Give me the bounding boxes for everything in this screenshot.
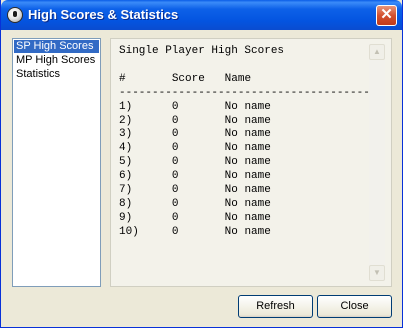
- table-row: 8) 0 No name: [119, 198, 367, 212]
- scores-heading: Single Player High Scores: [119, 45, 285, 57]
- scroll-down-button[interactable]: ▼: [369, 265, 385, 281]
- row-score: 0: [171, 142, 179, 155]
- table-row: 10) 0 No name: [119, 226, 367, 240]
- title-bar[interactable]: High Scores & Statistics ✕: [1, 0, 402, 30]
- sidebar-item-sp-high-scores[interactable]: SP High Scores: [14, 40, 99, 53]
- header-separator: ----------------------------------------: [119, 86, 384, 99]
- table-row: 1) 0 No name: [119, 101, 367, 115]
- table-row: 5) 0 No name: [119, 156, 367, 170]
- row-rank: 1): [119, 100, 133, 113]
- row-rank: 8): [119, 197, 133, 210]
- row-name: No name: [224, 128, 271, 141]
- row-name: No name: [224, 211, 271, 224]
- row-name: No name: [224, 184, 271, 197]
- vertical-scrollbar[interactable]: ▲ ▼: [369, 44, 385, 281]
- close-icon: ✕: [380, 6, 393, 23]
- row-score: 0: [171, 170, 179, 183]
- row-score: 0: [171, 184, 179, 197]
- table-row: 9) 0 No name: [119, 212, 367, 226]
- column-header-name: Name: [224, 72, 252, 85]
- scores-header-row: # Score Name: [119, 73, 367, 87]
- window-title: High Scores & Statistics: [28, 7, 179, 22]
- arrow-up-icon: ▲: [373, 47, 381, 56]
- row-rank: 7): [119, 184, 133, 197]
- close-button[interactable]: Close: [317, 295, 392, 318]
- row-name: No name: [224, 100, 271, 113]
- row-score: 0: [171, 128, 179, 141]
- row-score: 0: [171, 197, 179, 210]
- row-name: No name: [224, 114, 271, 127]
- row-name: No name: [224, 197, 271, 210]
- row-score: 0: [171, 156, 179, 169]
- sidebar-item-mp-high-scores[interactable]: MP High Scores: [14, 54, 99, 67]
- row-rank: 3): [119, 128, 133, 141]
- close-window-button[interactable]: ✕: [376, 5, 397, 26]
- scores-rows: 1) 0 No name 2) 0 No name 3) 0 No name 4) 0…: [119, 101, 367, 240]
- category-list[interactable]: SP High Scores MP High Scores Statistics: [12, 38, 101, 287]
- row-rank: 10): [119, 225, 139, 238]
- table-row: 2) 0 No name: [119, 115, 367, 129]
- row-score: 0: [171, 100, 179, 113]
- row-rank: 4): [119, 142, 133, 155]
- row-name: No name: [224, 225, 271, 238]
- table-row: 7) 0 No name: [119, 184, 367, 198]
- app-info-icon: [7, 7, 23, 23]
- dialog-window: High Scores & Statistics ✕ SP High Score…: [0, 0, 403, 328]
- row-rank: 9): [119, 211, 133, 224]
- column-header-score: Score: [171, 72, 205, 85]
- scroll-up-button[interactable]: ▲: [369, 44, 385, 60]
- row-name: No name: [224, 170, 271, 183]
- column-header-rank: #: [119, 72, 126, 85]
- row-rank: 5): [119, 156, 133, 169]
- row-score: 0: [171, 114, 179, 127]
- table-row: 4) 0 No name: [119, 142, 367, 156]
- sidebar-item-statistics[interactable]: Statistics: [14, 68, 99, 81]
- table-row: 3) 0 No name: [119, 128, 367, 142]
- scores-text-area[interactable]: Single Player High Scores # Score Name --…: [110, 38, 392, 287]
- scores-text: Single Player High Scores # Score Name --…: [119, 45, 384, 240]
- refresh-button[interactable]: Refresh: [238, 295, 313, 318]
- row-rank: 2): [119, 114, 133, 127]
- row-name: No name: [224, 156, 271, 169]
- row-name: No name: [224, 142, 271, 155]
- row-rank: 6): [119, 170, 133, 183]
- arrow-down-icon: ▼: [373, 268, 381, 277]
- row-score: 0: [171, 211, 179, 224]
- row-score: 0: [171, 225, 179, 238]
- table-row: 6) 0 No name: [119, 170, 367, 184]
